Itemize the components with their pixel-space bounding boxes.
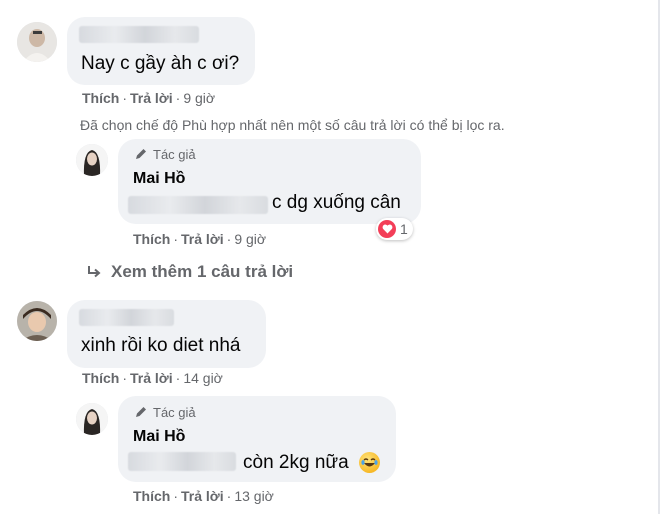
- author-avatar[interactable]: [76, 403, 108, 435]
- reply-link[interactable]: Trả lời: [181, 488, 224, 504]
- reply-actions: Thích · Trả lời · 13 giờ: [133, 488, 274, 504]
- reply-text: còn 2kg nữa: [243, 452, 349, 473]
- reply-actions: Thích · Trả lời · 9 giờ: [133, 231, 267, 247]
- like-link[interactable]: Thích: [133, 231, 170, 247]
- author-name[interactable]: Mai Hồ: [133, 170, 185, 188]
- reply-link[interactable]: Trả lời: [130, 90, 173, 106]
- reaction-number: 1: [400, 221, 408, 237]
- like-link[interactable]: Thích: [82, 90, 119, 106]
- blurred-name: [79, 26, 199, 43]
- blurred-text: [128, 196, 268, 214]
- reply-text: c dg xuống cân: [272, 192, 401, 213]
- comment-actions: Thích · Trả lời · 14 giờ: [82, 370, 223, 386]
- reply-link[interactable]: Trả lời: [130, 370, 173, 386]
- timestamp[interactable]: 9 giờ: [183, 90, 215, 106]
- timestamp[interactable]: 13 giờ: [234, 488, 274, 504]
- timestamp[interactable]: 14 giờ: [183, 370, 223, 386]
- reply-link[interactable]: Trả lời: [181, 231, 224, 247]
- like-link[interactable]: Thích: [133, 488, 170, 504]
- commenter-avatar[interactable]: [17, 301, 57, 341]
- comment-text: xinh rồi ko diet nhá: [81, 335, 241, 356]
- filter-notice: Đã chọn chế độ Phù hợp nhất nên một số c…: [80, 117, 505, 133]
- reaction-count[interactable]: 1: [376, 218, 413, 240]
- pencil-icon: [136, 407, 146, 417]
- author-name[interactable]: Mai Hồ: [133, 428, 185, 446]
- view-more-replies[interactable]: Xem thêm 1 câu trả lời: [111, 262, 293, 282]
- blurred-text: [128, 452, 236, 471]
- heart-reaction-icon: [378, 220, 396, 238]
- blurred-name: [79, 309, 174, 326]
- author-badge: Tác giả: [153, 147, 196, 162]
- commenter-avatar[interactable]: [17, 22, 57, 62]
- comment-text: Nay c gầy àh c ơi?: [81, 53, 240, 74]
- author-avatar[interactable]: [76, 144, 108, 176]
- reply-arrow-icon: [88, 266, 101, 278]
- author-badge: Tác giả: [153, 405, 196, 420]
- comment-actions: Thích · Trả lời · 9 giờ: [82, 90, 216, 106]
- laughing-emoji-icon: [359, 452, 380, 473]
- pencil-icon: [136, 149, 146, 159]
- like-link[interactable]: Thích: [82, 370, 119, 386]
- timestamp[interactable]: 9 giờ: [234, 231, 266, 247]
